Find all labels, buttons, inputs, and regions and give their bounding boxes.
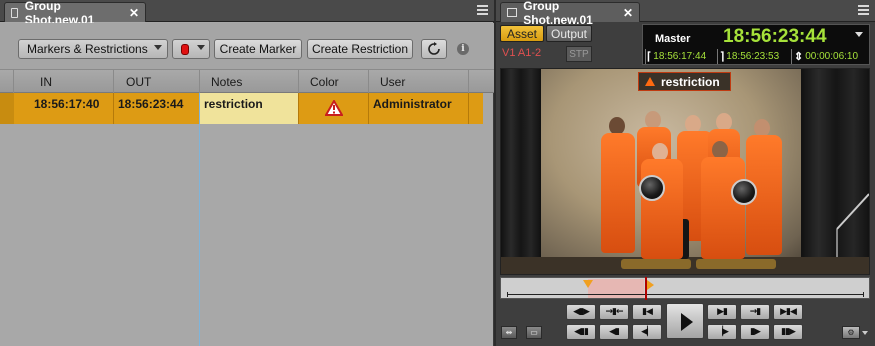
keyboard-icon[interactable]: ▭ [526,326,542,339]
timecode-display: Master 18:56:23:44 ⌈ 18:56:17:44 ⌉ 18:56:2… [642,24,870,65]
cell-color [299,93,369,124]
create-marker-button[interactable]: Create Marker [214,39,302,59]
header-spacer [0,70,14,93]
play-icon [681,313,693,331]
stp-button[interactable]: STP [566,46,592,62]
go-to-out-button[interactable]: ▶▮◀ [773,304,803,320]
panel-menu-icon[interactable] [858,5,869,15]
tc-divider [717,49,718,64]
markers-table-header: IN OUT Notes Color User [0,69,494,93]
column-header-color[interactable]: Color [299,70,369,93]
column-header-user[interactable]: User [369,70,469,93]
tc-divider [645,49,646,64]
go-to-in-button[interactable]: ◀▮▶ [566,304,596,320]
column-header-notes[interactable]: Notes [200,70,299,93]
close-icon[interactable]: ✕ [623,6,633,20]
create-restriction-button[interactable]: Create Restriction [307,39,413,59]
refresh-button[interactable] [421,39,447,59]
timeline-track [507,294,863,295]
markers-toolbar: Markers & Restrictions Create Marker Cre… [0,23,494,69]
marker-filter-value: Markers & Restrictions [27,42,148,56]
mark-in-marker[interactable] [583,280,593,288]
restriction-overlay-text: restriction [661,74,720,89]
clear-marks-button[interactable]: →▮ [740,304,770,320]
marker-color-dropdown[interactable] [172,39,210,59]
mark-out-icon: ⌉ [720,51,725,63]
step-back-frame-button[interactable]: ◀▏ [632,324,662,340]
link-icon[interactable]: ⇹ [501,326,517,339]
floor-mat [621,259,691,269]
chevron-down-icon[interactable] [855,32,863,37]
tc-divider [791,49,792,64]
mark-out-marker[interactable] [647,280,654,290]
cell-in: 18:56:17:40 [14,93,114,124]
floor-mat [696,259,776,269]
marker-filter-dropdown[interactable]: Markers & Restrictions [18,39,168,59]
chevron-down-icon [197,45,205,50]
step-forward-frame-button[interactable]: ▕▶ [707,324,737,340]
output-mode-button[interactable]: Output [546,25,592,42]
mark-out-readout: ⌉ 18:56:23:53 [720,50,779,63]
column-header-in[interactable]: IN [14,70,114,93]
tab-group-shot-monitor[interactable]: Group Shot.new.01 ✕ [500,0,640,27]
mark-in-readout: ⌈ 18:56:17:44 [647,50,706,63]
markers-panel: Group Shot.new.01 ✕ Markers & Restrictio… [0,0,494,346]
restriction-range [588,279,644,298]
step-forward-button[interactable]: ▮▶ [740,324,770,340]
info-icon[interactable]: i [457,43,469,55]
curtain-left [501,69,541,274]
asset-mode-button[interactable]: Asset [500,25,544,42]
cell-out: 18:56:23:44 [114,93,200,124]
source-monitor-panel: Group Shot.new.01 ✕ Asset Output V1 A1-2… [496,0,875,346]
tick [507,292,508,297]
playhead[interactable] [645,277,647,300]
red-color-swatch-icon [181,44,189,55]
tab-group-shot-markers[interactable]: Group Shot.new.01 ✕ [4,0,146,27]
refresh-icon [428,42,440,55]
duration-readout: ⇕ 00:00:06:10 [794,50,858,63]
helmet [731,179,757,205]
tick [863,292,864,297]
duration-timecode: 00:00:06:10 [805,51,859,62]
chevron-down-icon[interactable] [862,331,868,335]
panel-menu-icon[interactable] [477,5,488,15]
mark-in-timecode: 18:56:17:44 [653,51,707,62]
cell-user: Administrator [369,93,469,124]
mark-in-left-button[interactable]: →▮← [599,304,629,320]
mark-out-timecode: 18:56:23:53 [726,51,780,62]
settings-icon[interactable]: ⚙ [842,326,860,339]
position-bar[interactable] [500,277,870,300]
track-selector[interactable]: V1 A1-2 [502,47,541,59]
master-timecode: 18:56:23:44 [723,26,827,47]
step-forward-ten-button[interactable]: ▮▮▶ [773,324,803,340]
markers-tabbar: Group Shot.new.01 ✕ [0,0,494,27]
monitor-icon [507,8,518,17]
step-back-button[interactable]: ◀▮ [599,324,629,340]
restriction-triangle-icon [645,77,655,86]
duration-icon: ⇕ [794,51,804,63]
helmet [639,175,665,201]
chevron-down-icon [154,45,162,50]
tab-title: Group Shot.new.01 [523,0,593,27]
table-row[interactable]: 18:56:17:40 18:56:23:44 restriction Admi… [14,93,483,124]
restriction-overlay-label: restriction [638,72,731,91]
play-button[interactable] [666,303,704,339]
row-selector[interactable] [0,93,14,124]
cell-notes[interactable]: restriction [200,93,299,124]
mark-in-button[interactable]: ▮◀ [632,304,662,320]
close-icon[interactable]: ✕ [129,6,139,20]
column-divider [199,93,200,346]
column-header-out[interactable]: OUT [114,70,200,93]
step-back-ten-button[interactable]: ◀▮▮ [566,324,596,340]
sequence-icon [11,7,18,18]
monitor-tabbar: Group Shot.new.01 ✕ [496,0,875,27]
mark-out-button[interactable]: ▶▮ [707,304,737,320]
video-frame[interactable] [500,68,870,275]
timecode-label: Master [655,33,691,45]
warning-triangle-icon [325,100,343,116]
mark-in-icon: ⌈ [647,51,652,63]
